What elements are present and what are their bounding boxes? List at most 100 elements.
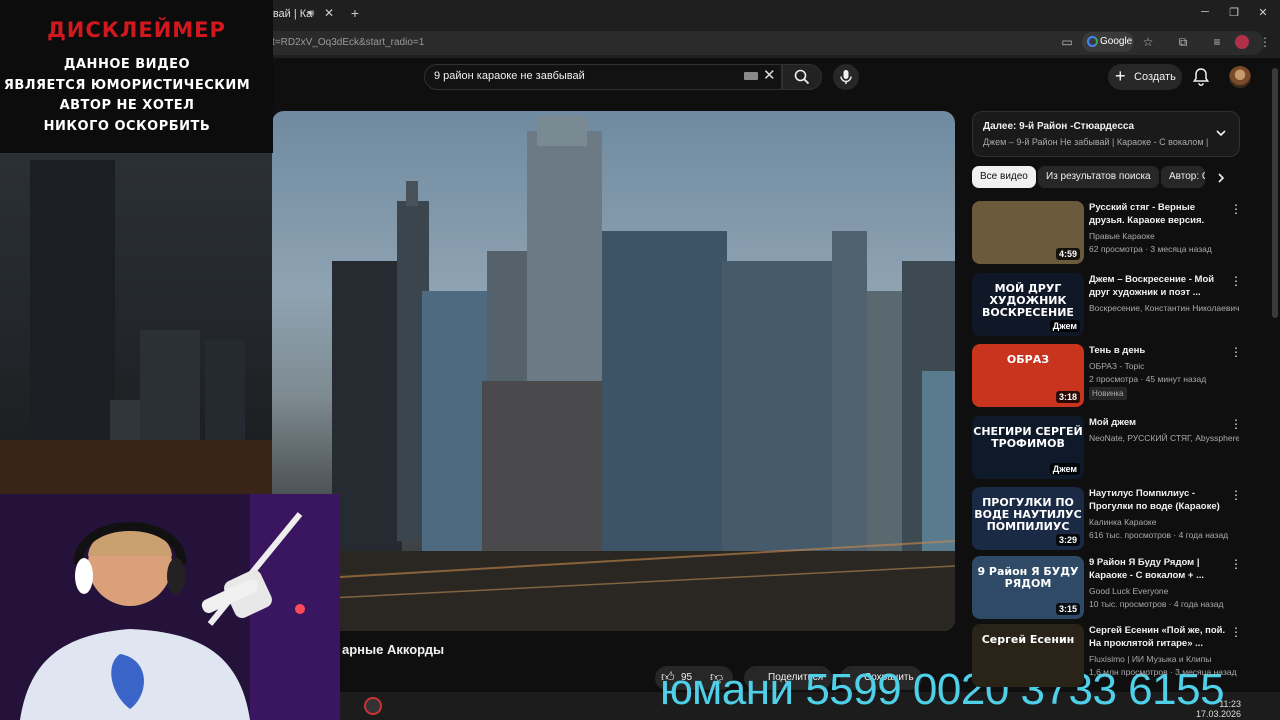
page-scrollbar[interactable] [1272,68,1278,318]
duration-badge: 3:29 [1055,534,1080,546]
recommended-video-item[interactable]: ОБРАЗ 3:18 Тень в день ОБРАЗ - Topic 2 просм… [972,344,1242,410]
more-options-icon[interactable]: ⋮ [1230,203,1242,217]
disclaimer-line: НИКОГО ОСКОРБИТЬ [43,119,211,134]
video-item-title[interactable]: Тень в день [1089,344,1227,357]
recommended-video-item[interactable]: СНЕГИРИ СЕРГЕЙ ТРОФИМОВ Джем Мой джем NeoNa… [972,416,1242,482]
chip-from-search[interactable]: Из результатов поиска [1038,166,1159,188]
thumbnail-text: Сергей Есенин [981,633,1075,646]
up-next-title: Далее: 9-й Район -Стюардесса [983,121,1135,132]
video-item-title[interactable]: Наутилус Помпилиус - Прогулки по воде (К… [1089,487,1227,513]
up-next-subtitle: Джем – 9-й Район Не забывай | Караоке - … [983,137,1208,147]
video-item-stats: 2 просмотра · 45 минут назад [1089,374,1207,384]
new-badge: Новинка [1089,387,1127,400]
keyboard-icon[interactable] [744,72,758,80]
account-avatar[interactable] [1229,66,1251,88]
more-options-icon[interactable]: ⋮ [1230,346,1242,360]
google-icon [1087,36,1098,47]
duration-badge: Джем [1049,463,1080,475]
video-thumbnail[interactable]: 4:59 [972,201,1084,264]
voice-search-button[interactable] [833,64,859,90]
ambient-background [0,150,272,500]
recommended-video-item[interactable]: 4:59 Русский стяг - Верные друзья. Караок… [972,201,1242,267]
speaker-icon: 🔊︎ [308,8,315,19]
minimize-button[interactable]: ─ [1196,6,1214,22]
video-item-stats: 10 тыс. просмотров · 4 года назад [1089,599,1224,609]
chevron-down-icon[interactable] [1214,126,1228,140]
bookmark-star-icon[interactable]: ☆ [1141,35,1155,49]
video-thumbnail[interactable]: 9 Район Я БУДУ РЯДОМ 3:15 [972,556,1084,619]
url-text[interactable]: t=RD2xV_Oq3dEck&start_radio=1 [272,37,424,48]
video-item-stats: 62 просмотра · 3 месяца назад [1089,244,1212,254]
microphone-icon [840,70,852,84]
clear-search-icon[interactable]: ✕ [763,67,777,85]
disclaimer-line: АВТОР НЕ ХОТЕЛ [59,98,195,113]
streamer-webcam-image [0,494,340,720]
recommended-video-item[interactable]: 9 Район Я БУДУ РЯДОМ 3:15 9 Район Я Буду Р… [972,556,1242,622]
video-item-channel[interactable]: Правые Караоке [1089,230,1239,242]
duration-badge: 3:15 [1055,603,1080,615]
thumbnail-text: МОЙ ДРУГ ХУДОЖНИК ВОСКРЕСЕНИЕ [982,282,1074,319]
more-options-icon[interactable]: ⋮ [1230,558,1242,572]
recommended-video-item[interactable]: МОЙ ДРУГ ХУДОЖНИК ВОСКРЕСЕНИЕ Джем Джем – … [972,273,1242,339]
video-item-channel[interactable]: NeoNate, РУССКИЙ СТЯГ, Abyssphere и... [1089,432,1239,444]
video-item-channel[interactable]: Good Luck Everyone [1089,585,1239,597]
thumbnail-text: ОБРАЗ [1006,353,1050,366]
video-title: арные Аккорды [342,642,445,657]
more-options-icon[interactable]: ⋮ [1230,275,1242,289]
new-tab-button[interactable]: + [348,6,362,20]
thumbnail-text: ПРОГУЛКИ ПО ВОДЕ НАУТИЛУС ПОМПИЛИУС [974,496,1082,533]
restore-button[interactable]: ❐ [1225,6,1243,22]
cast-icon[interactable]: ▭ [1060,35,1074,49]
thumbnail-text: 9 Район Я БУДУ РЯДОМ [977,565,1079,590]
video-thumbnail[interactable]: ПРОГУЛКИ ПО ВОДЕ НАУТИЛУС ПОМПИЛИУС 3:29 [972,487,1084,550]
duration-badge: 4:59 [1055,248,1080,260]
video-item-title[interactable]: Мой джем [1089,416,1227,429]
chip-author[interactable]: Автор: G [1161,166,1205,188]
video-player[interactable] [272,111,955,631]
close-tab-icon[interactable]: ✕ [324,6,336,20]
video-item-title[interactable]: Сергей Есенин «Пой же, пой. На проклятой… [1089,624,1227,650]
google-search-chip[interactable]: Google [1082,32,1134,52]
up-next-panel[interactable] [972,111,1240,157]
video-item-channel[interactable]: Fluxisimo | ИИ Музыка и Клипы [1089,653,1239,665]
more-options-icon[interactable]: ⋮ [1230,626,1242,640]
video-frame-city [272,116,955,631]
video-item-stats: 1,6 млн просмотров · 3 месяца назад [1089,667,1237,677]
close-window-button[interactable]: ✕ [1254,6,1272,22]
more-options-icon[interactable]: ⋮ [1230,489,1242,503]
video-item-title[interactable]: 9 Район Я Буду Рядом | Караоке - С вокал… [1089,556,1227,582]
media-control-icon[interactable]: ≡ [1210,35,1224,49]
video-thumbnail[interactable]: СНЕГИРИ СЕРГЕЙ ТРОФИМОВ Джем [972,416,1084,479]
more-options-icon[interactable]: ⋮ [1230,418,1242,432]
extensions-icon[interactable]: ⧉ [1176,35,1190,49]
chevron-right-icon[interactable] [1214,171,1228,185]
search-input[interactable]: 9 район караоке не завбывай [434,70,585,82]
video-thumbnail[interactable]: Сергей Есенин [972,624,1084,687]
video-thumbnail[interactable]: МОЙ ДРУГ ХУДОЖНИК ВОСКРЕСЕНИЕ Джем [972,273,1084,336]
duration-badge: Джем [1049,320,1080,332]
google-label: Google [1100,36,1133,47]
disclaimer-line: ДАННОЕ ВИДЕО [63,57,191,72]
disclaimer-line: ЯВЛЯЕТСЯ ЮМОРИСТИЧЕСКИМ [3,78,251,93]
video-item-channel[interactable]: Калинка Караоке [1089,516,1239,528]
webcam-overlay [0,494,340,720]
video-item-channel[interactable]: Воскресение, Константин Николаевич... [1089,302,1239,314]
profile-icon[interactable] [1235,35,1249,49]
chip-all-videos[interactable]: Все видео [972,166,1036,188]
left-city-buildings [0,160,272,500]
browser-menu-icon[interactable]: ⋮ [1258,35,1272,49]
recommended-video-item[interactable]: ПРОГУЛКИ ПО ВОДЕ НАУТИЛУС ПОМПИЛИУС 3:29 Н… [972,487,1242,553]
video-item-channel[interactable]: ОБРАЗ - Topic [1089,360,1239,372]
thumbnail-text: СНЕГИРИ СЕРГЕЙ ТРОФИМОВ [973,425,1083,450]
plus-icon: + [1115,66,1126,86]
duration-badge: 3:18 [1055,391,1080,403]
video-thumbnail[interactable]: ОБРАЗ 3:18 [972,344,1084,407]
obs-icon[interactable] [364,697,382,715]
video-item-title[interactable]: Русский стяг - Верные друзья. Караоке ве… [1089,201,1227,227]
notifications-bell-icon[interactable] [1192,67,1210,87]
video-item-title[interactable]: Джем – Воскресение - Мой друг художник и… [1089,273,1227,299]
search-icon [794,69,810,85]
disclaimer-title: ДИСКЛЕЙМЕР [47,18,226,42]
video-item-stats: 616 тыс. просмотров · 4 года назад [1089,530,1229,540]
recommended-video-item[interactable]: Сергей Есенин Сергей Есенин «Пой же, пой.… [972,624,1242,690]
